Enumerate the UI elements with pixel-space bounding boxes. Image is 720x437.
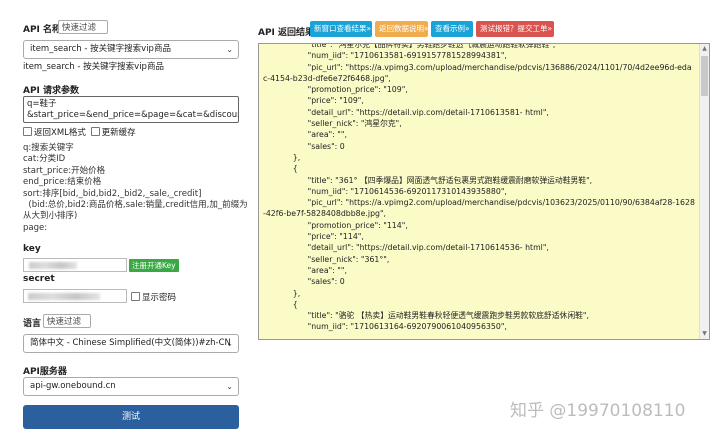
chevron-down-icon: ⌄ (226, 382, 233, 391)
doc-line: page: (23, 222, 48, 233)
language-label: 语言 (23, 319, 42, 329)
result-scrollbar[interactable]: ▲ ▼ (699, 44, 709, 339)
scroll-thumb[interactable] (701, 56, 708, 96)
doc-line: start_price:开始价格 (23, 165, 106, 176)
options-row: 返回XML格式 更新缓存 (23, 126, 136, 138)
show-password-label: 显示密码 (142, 293, 177, 303)
test-submit-button[interactable]: 测试 (23, 405, 239, 429)
show-password-row: 显示密码 (131, 291, 176, 303)
server-selected: api-gw.onebound.cn (30, 381, 116, 391)
secret-label: secret (23, 274, 55, 284)
doc-line: 从大到小排序) (23, 211, 78, 222)
doc-line: cat:分类ID (23, 154, 66, 165)
open-new-window-button[interactable]: 新窗口查看结果» (310, 21, 372, 37)
api-name-select[interactable]: item_search - 按关键字搜索vip商品 ⌄ (23, 40, 239, 59)
chevron-down-icon: ⌄ (226, 339, 233, 348)
scroll-down-icon[interactable]: ▼ (701, 330, 708, 338)
result-label: API 返回结果 (258, 28, 315, 38)
xml-checkbox-label: 返回XML格式 (34, 128, 86, 138)
result-json-text: "title": "鸿星尔克【品牌特卖】男鞋跑步鞋透气减震运动跑鞋软弹跑鞋", … (263, 43, 695, 332)
register-key-button[interactable]: 注册开通Key (129, 259, 179, 272)
secret-masked-value (28, 293, 100, 300)
key-input[interactable] (23, 258, 127, 272)
key-label: key (23, 244, 41, 254)
view-example-button[interactable]: 查看示例» (431, 21, 473, 37)
key-masked-value (29, 262, 77, 269)
doc-line: sort:排序[bid,_bid,bid2,_bid2,_sale,_credi… (23, 188, 202, 199)
api-name-filter-input[interactable]: 快速过滤 (58, 20, 108, 34)
report-error-button[interactable]: 测试报错？提交工单» (476, 21, 554, 37)
result-textarea[interactable]: "title": "鸿星尔克【品牌特卖】男鞋跑步鞋透气减震运动跑鞋软弹跑鞋", … (258, 43, 710, 340)
params-docs: q:搜索关键字 cat:分类ID start_price:开始价格 end_pr… (23, 143, 248, 234)
cache-checkbox-label: 更新缓存 (101, 128, 136, 138)
api-name-selected: item_search - 按关键字搜索vip商品 (30, 44, 171, 54)
xml-checkbox[interactable] (23, 127, 32, 136)
api-name-label: API 名称 (23, 25, 62, 35)
server-label: API服务器 (23, 367, 67, 377)
params-textarea[interactable]: q=鞋子 &start_price=&end_price=&page=&cat=… (23, 96, 239, 123)
cache-checkbox[interactable] (90, 127, 100, 136)
secret-input[interactable] (23, 289, 127, 303)
language-filter-input[interactable]: 快速过滤 (43, 314, 91, 328)
api-name-description: item_search - 按关键字搜索vip商品 (23, 62, 164, 72)
language-selected: 简体中文 - Chinese Simplified(中文(简体))#zh-CN (30, 338, 231, 348)
response-docs-button[interactable]: 返回数据说明» (375, 21, 429, 37)
scroll-up-icon[interactable]: ▲ (701, 45, 708, 53)
language-select[interactable]: 简体中文 - Chinese Simplified(中文(简体))#zh-CN … (23, 334, 239, 353)
params-label: API 请求参数 (23, 86, 80, 96)
server-select[interactable]: api-gw.onebound.cn ⌄ (23, 377, 239, 396)
doc-line: end_price:结束价格 (23, 177, 102, 188)
show-password-checkbox[interactable] (131, 292, 140, 301)
doc-line: q:搜索关键字 (23, 143, 74, 153)
watermark-text: 知乎 @19970108110 (510, 401, 686, 421)
chevron-down-icon: ⌄ (226, 45, 233, 54)
doc-line: (bid:总价,bid2:商品价格,sale:销量,credit信用,加_前缀为 (23, 200, 248, 211)
